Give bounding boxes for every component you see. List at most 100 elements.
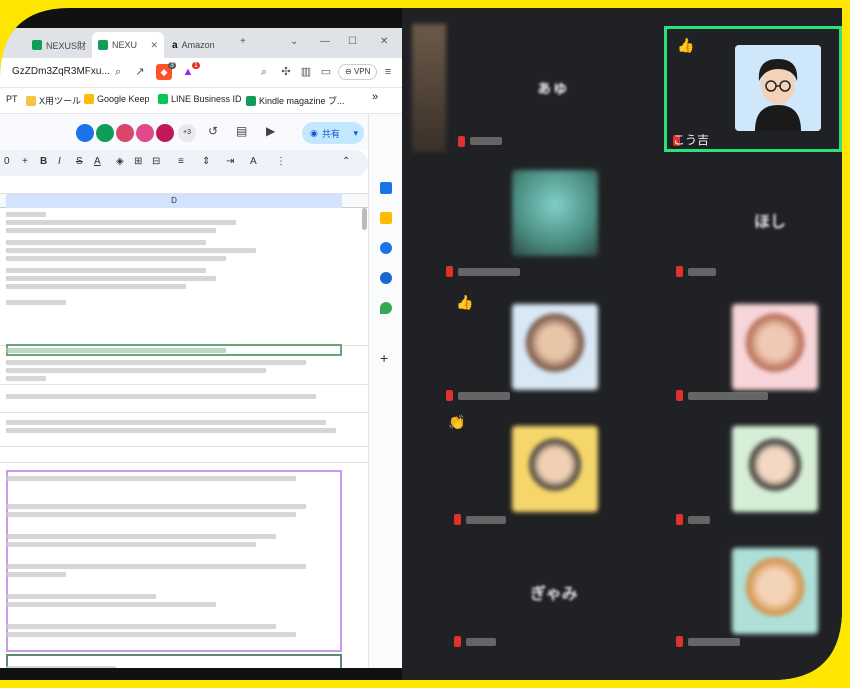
text-color-icon[interactable]: A <box>94 156 101 167</box>
mic-off-icon <box>676 266 683 277</box>
video-feed <box>412 24 446 152</box>
new-tab-button[interactable]: + <box>240 36 246 47</box>
avatar <box>512 304 598 390</box>
avatar[interactable] <box>96 124 114 142</box>
participant-name: こう吉 <box>673 133 710 147</box>
history-icon[interactable]: ↺ <box>208 124 218 138</box>
column-d-header[interactable]: D <box>6 194 342 208</box>
participant-tile[interactable]: ほし <box>664 170 842 288</box>
participant-tile[interactable] <box>664 536 842 656</box>
tab-label: NEXUS財 <box>46 40 87 51</box>
sidebar-icon[interactable]: ▥ <box>298 64 314 80</box>
font-size-value[interactable]: 0 <box>4 156 10 167</box>
valign-icon[interactable]: ⇕ <box>202 156 210 167</box>
participant-tile[interactable]: ぁゅ <box>412 24 632 152</box>
cell-text <box>6 420 326 425</box>
browser-window: NEXUS財 NEXU ✕ a Amazon + ⌄ — ☐ ✕ GzZDm3Z… <box>0 28 402 668</box>
close-tab-icon[interactable]: ✕ <box>150 40 164 51</box>
meeting-grid: ぁゅ 👍 こう吉 ほし 👍 👏 ぎゃみ <box>402 8 842 680</box>
tab-nexus-1[interactable]: NEXUS財 <box>26 32 90 58</box>
bookmark-label: LINE Business ID <box>171 94 242 104</box>
cell-text <box>6 256 226 261</box>
cell-text <box>6 248 256 253</box>
close-window-icon[interactable]: ✕ <box>380 36 388 47</box>
fill-color-icon[interactable]: ◈ <box>116 156 124 167</box>
vertical-scrollbar[interactable] <box>362 208 367 230</box>
participant-name <box>688 638 740 646</box>
zoom-icon[interactable]: ⌕ <box>110 64 126 80</box>
more-avatars[interactable]: +3 <box>178 124 196 142</box>
vpn-button[interactable]: ⊖ VPN <box>338 64 377 80</box>
cell-text <box>6 394 316 399</box>
avatar <box>732 304 818 390</box>
calendar-icon[interactable] <box>380 182 392 194</box>
merge-icon[interactable]: ⊟ <box>152 156 160 167</box>
participant-tile[interactable] <box>664 410 842 532</box>
add-addon-icon[interactable]: + <box>380 350 388 366</box>
sheet-grid[interactable] <box>0 208 368 668</box>
share-button[interactable]: ◉ 共有 ▾ <box>302 122 364 144</box>
url-text[interactable]: GzZDm3ZqR3MFxu... <box>12 66 110 77</box>
wrap-icon[interactable]: ⇥ <box>226 156 234 167</box>
keep-icon[interactable] <box>380 212 392 224</box>
participant-tile[interactable]: ぎゃみ <box>442 536 642 656</box>
cell-text <box>6 624 276 629</box>
minimize-icon[interactable]: — <box>320 36 330 47</box>
bookmark-pt[interactable]: PT <box>6 94 18 104</box>
search-icon[interactable]: ⌕ <box>256 64 272 80</box>
formula-bar[interactable] <box>0 178 368 194</box>
bookmark-x-tools[interactable]: X用ツール <box>26 94 81 107</box>
strikethrough-icon[interactable]: S <box>76 156 83 167</box>
wallet-icon[interactable]: ▭ <box>318 64 334 80</box>
collapse-icon[interactable]: ⌃ <box>342 156 350 167</box>
participant-tile[interactable]: 👍 <box>442 290 642 408</box>
chevron-down-icon: ▾ <box>353 127 358 138</box>
menu-icon[interactable]: ≡ <box>380 64 396 80</box>
raised-hand-icon: 👍 <box>677 37 695 53</box>
share-label: 共有 <box>321 128 340 139</box>
tab-amazon[interactable]: a Amazon <box>166 32 230 58</box>
meet-icon[interactable]: ▶ <box>266 124 275 138</box>
avatar[interactable] <box>136 124 154 142</box>
column-header-row: D <box>0 194 368 208</box>
participant-tile[interactable] <box>664 290 842 408</box>
tasks-icon[interactable] <box>380 242 392 254</box>
bookmark-kindle[interactable]: Kindle magazine ブ... <box>246 94 345 107</box>
participant-tile-active[interactable]: 👍 こう吉 <box>664 26 842 152</box>
participant-tile[interactable] <box>442 170 642 288</box>
avatar[interactable] <box>76 124 94 142</box>
extensions-icon[interactable]: ✣ <box>278 64 294 80</box>
avatar-initials: ぁゅ <box>536 80 569 97</box>
cell-text <box>6 376 46 381</box>
rotate-icon[interactable]: A <box>250 156 257 167</box>
bookmarks-more-button[interactable]: » <box>372 91 378 103</box>
screen: NEXUS財 NEXU ✕ a Amazon + ⌄ — ☐ ✕ GzZDm3Z… <box>0 8 842 680</box>
comment-icon[interactable]: ▤ <box>236 124 247 138</box>
participant-tile[interactable]: 👏 <box>442 410 642 532</box>
maps-icon[interactable] <box>380 302 392 314</box>
contacts-icon[interactable] <box>380 272 392 284</box>
cell-text <box>6 564 306 569</box>
align-icon[interactable]: ≡ <box>178 156 184 167</box>
participant-name <box>458 392 510 400</box>
participant-name <box>466 516 506 524</box>
maximize-icon[interactable]: ☐ <box>348 36 357 47</box>
more-options-icon[interactable]: ⋮ <box>276 156 286 167</box>
italic-icon[interactable]: I <box>58 156 61 167</box>
tab-nexus-2[interactable]: NEXU ✕ <box>92 32 164 58</box>
bookmark-google-keep[interactable]: Google Keep <box>84 94 150 104</box>
share-page-icon[interactable]: ↗ <box>132 64 148 80</box>
avatar[interactable] <box>116 124 134 142</box>
avatar <box>732 426 818 512</box>
borders-icon[interactable]: ⊞ <box>134 156 142 167</box>
mic-off-icon <box>446 266 453 277</box>
increase-size-icon[interactable]: + <box>22 156 28 167</box>
cell-text <box>6 534 276 539</box>
avatar[interactable] <box>156 124 174 142</box>
cell-text <box>6 476 296 481</box>
vpn-icon: ⊖ <box>345 67 352 76</box>
bookmark-line[interactable]: LINE Business ID <box>158 94 242 104</box>
bold-icon[interactable]: B <box>40 156 47 167</box>
tab-search-icon[interactable]: ⌄ <box>290 36 298 47</box>
avatar-initials: ぎゃみ <box>530 586 578 603</box>
